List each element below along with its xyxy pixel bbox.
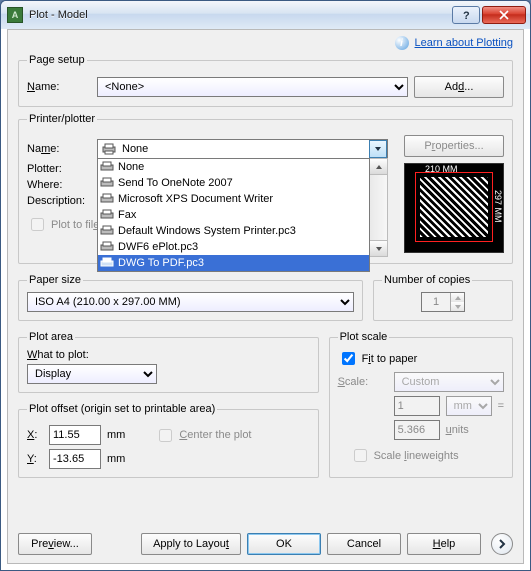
- app-icon: A: [7, 7, 23, 23]
- where-label: Where:: [27, 179, 91, 191]
- printer-icon: [101, 141, 117, 157]
- fit-to-paper-checkbox[interactable]: [342, 352, 355, 365]
- offset-y-label: Y:: [27, 453, 43, 465]
- dropdown-scrollbar[interactable]: [370, 158, 388, 257]
- expand-dialog-button[interactable]: [491, 533, 513, 555]
- printer-legend: Printer/plotter: [27, 113, 97, 125]
- center-plot-checkbox: [159, 429, 172, 442]
- plot-to-file-label: Plot to file: [51, 219, 99, 231]
- printer-dropdown-list: None Send To OneNote 2007 Microsoft XPS …: [97, 158, 370, 272]
- plot-scale-legend: Plot scale: [338, 331, 390, 343]
- info-icon: i: [395, 36, 409, 50]
- scale-lineweights-label: Scale lineweights: [374, 450, 459, 462]
- what-to-plot-select[interactable]: Display: [27, 364, 157, 384]
- scale-numerator-input: [394, 396, 440, 416]
- printer-name-select[interactable]: None: [97, 139, 388, 159]
- copies-down-button: [450, 302, 464, 311]
- offset-x-unit: mm: [107, 429, 125, 441]
- plotter-label: Plotter:: [27, 163, 91, 175]
- scroll-down-icon[interactable]: [370, 240, 387, 256]
- plot-offset-legend: Plot offset (origin set to printable are…: [27, 403, 217, 415]
- page-setup-legend: Page setup: [27, 54, 87, 66]
- close-button[interactable]: [482, 6, 526, 24]
- copies-group: Number of copies: [373, 274, 513, 321]
- scale-lineweights-checkbox: [354, 449, 367, 462]
- scale-den-unit: units: [446, 424, 469, 436]
- description-label: Description:: [27, 195, 91, 207]
- paper-preview: 210 MM 297 MM: [404, 163, 504, 253]
- printer-option-dwf6[interactable]: DWF6 ePlot.pc3: [98, 239, 369, 255]
- printer-plotter-group: Printer/plotter Name: None: [18, 113, 513, 264]
- page-setup-name-select[interactable]: <None>: [97, 77, 408, 97]
- scale-label: Scale:: [338, 376, 388, 388]
- printer-option-none[interactable]: None: [98, 159, 369, 175]
- scale-select: Custom: [394, 372, 504, 392]
- printer-option-xps[interactable]: Microsoft XPS Document Writer: [98, 191, 369, 207]
- printer-option-dwg-pdf[interactable]: DWG To PDF.pc3: [98, 255, 369, 271]
- paper-size-legend: Paper size: [27, 274, 83, 286]
- plot-area-group: Plot area What to plot: Display: [18, 331, 319, 393]
- offset-y-input[interactable]: [49, 449, 101, 469]
- scroll-up-icon[interactable]: [370, 159, 387, 175]
- plot-area-legend: Plot area: [27, 331, 75, 343]
- copies-input: [422, 293, 450, 311]
- what-to-plot-label: What to plot:: [27, 349, 310, 361]
- paper-size-group: Paper size ISO A4 (210.00 x 297.00 MM): [18, 274, 363, 321]
- plot-dialog: A Plot - Model ? i Learn about Plotting …: [0, 0, 531, 571]
- add-page-setup-button[interactable]: Add...: [414, 76, 504, 98]
- dialog-body: i Learn about Plotting Page setup Name: …: [7, 29, 524, 564]
- cancel-button[interactable]: Cancel: [327, 533, 401, 555]
- svg-text:?: ?: [463, 10, 470, 20]
- copies-up-button: [450, 293, 464, 302]
- equals-icon: =: [498, 400, 504, 412]
- apply-to-layout-button[interactable]: Apply to Layout: [141, 533, 241, 555]
- offset-y-unit: mm: [107, 453, 125, 465]
- copies-legend: Number of copies: [382, 274, 472, 286]
- help-titlebar-button[interactable]: ?: [452, 6, 480, 24]
- printer-option-fax[interactable]: Fax: [98, 207, 369, 223]
- page-setup-group: Page setup Name: <None> Add...: [18, 54, 513, 107]
- printer-option-onenote[interactable]: Send To OneNote 2007: [98, 175, 369, 191]
- paper-size-select[interactable]: ISO A4 (210.00 x 297.00 MM): [27, 292, 354, 312]
- printer-name-label: Name:: [27, 143, 91, 155]
- page-setup-name-label: Name:: [27, 81, 91, 93]
- help-button[interactable]: Help: [407, 533, 481, 555]
- offset-x-label: X:: [27, 429, 43, 441]
- copies-spinner: [421, 292, 465, 312]
- center-plot-label: Center the plot: [179, 429, 251, 441]
- window-title: Plot - Model: [29, 9, 452, 21]
- printer-selected-text: None: [120, 143, 369, 155]
- plot-to-file-checkbox: [31, 218, 44, 231]
- plot-scale-group: Plot scale Fit to paper Scale: Custom mm…: [329, 331, 513, 478]
- printer-properties-button: Properties...: [404, 135, 504, 157]
- preview-height-label: 297 MM: [493, 190, 503, 223]
- printer-option-default-pc3[interactable]: Default Windows System Printer.pc3: [98, 223, 369, 239]
- dropdown-arrow-icon[interactable]: [369, 140, 387, 158]
- ok-button[interactable]: OK: [247, 533, 321, 555]
- scale-denominator-input: [394, 420, 440, 440]
- scale-unit-select: mm: [446, 396, 492, 416]
- offset-x-input[interactable]: [49, 425, 101, 445]
- fit-to-paper-label: Fit to paper: [362, 353, 418, 365]
- preview-button[interactable]: Preview...: [18, 533, 92, 555]
- learn-about-plotting-link[interactable]: Learn about Plotting: [415, 37, 513, 49]
- plot-offset-group: Plot offset (origin set to printable are…: [18, 403, 319, 478]
- titlebar[interactable]: A Plot - Model ?: [1, 1, 530, 29]
